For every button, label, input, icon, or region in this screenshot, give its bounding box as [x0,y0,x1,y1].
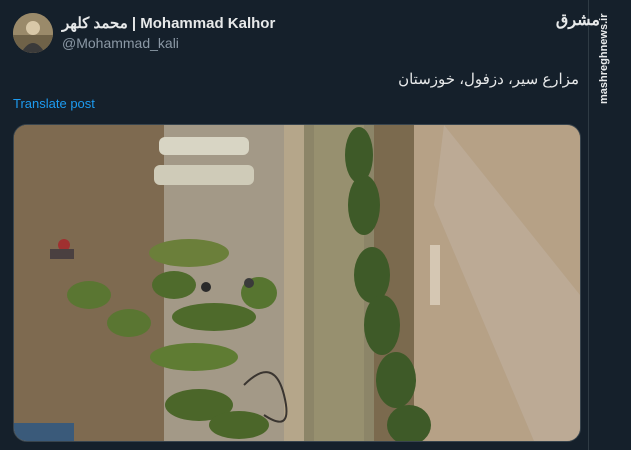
garlic-farm-aerial-image [14,125,580,441]
post-video[interactable] [13,124,581,442]
author-name[interactable]: محمد کلهر | Mohammad Kalhor [62,14,275,32]
video-overlay-caption [430,245,440,305]
author-handle[interactable]: @Mohammad_kali [62,35,179,51]
avatar[interactable] [13,13,53,53]
mashregh-site-watermark: mashreghnews.ir [598,14,610,105]
column-divider [588,0,589,450]
mashregh-logo: مشرق [555,12,600,29]
translate-post-link[interactable]: Translate post [13,96,95,111]
avatar-image [13,13,53,53]
post-text: مزارع سیر، دزفول، خوزستان [398,71,579,88]
post-page: محمد کلهر | Mohammad Kalhor @Mohammad_ka… [0,0,631,450]
